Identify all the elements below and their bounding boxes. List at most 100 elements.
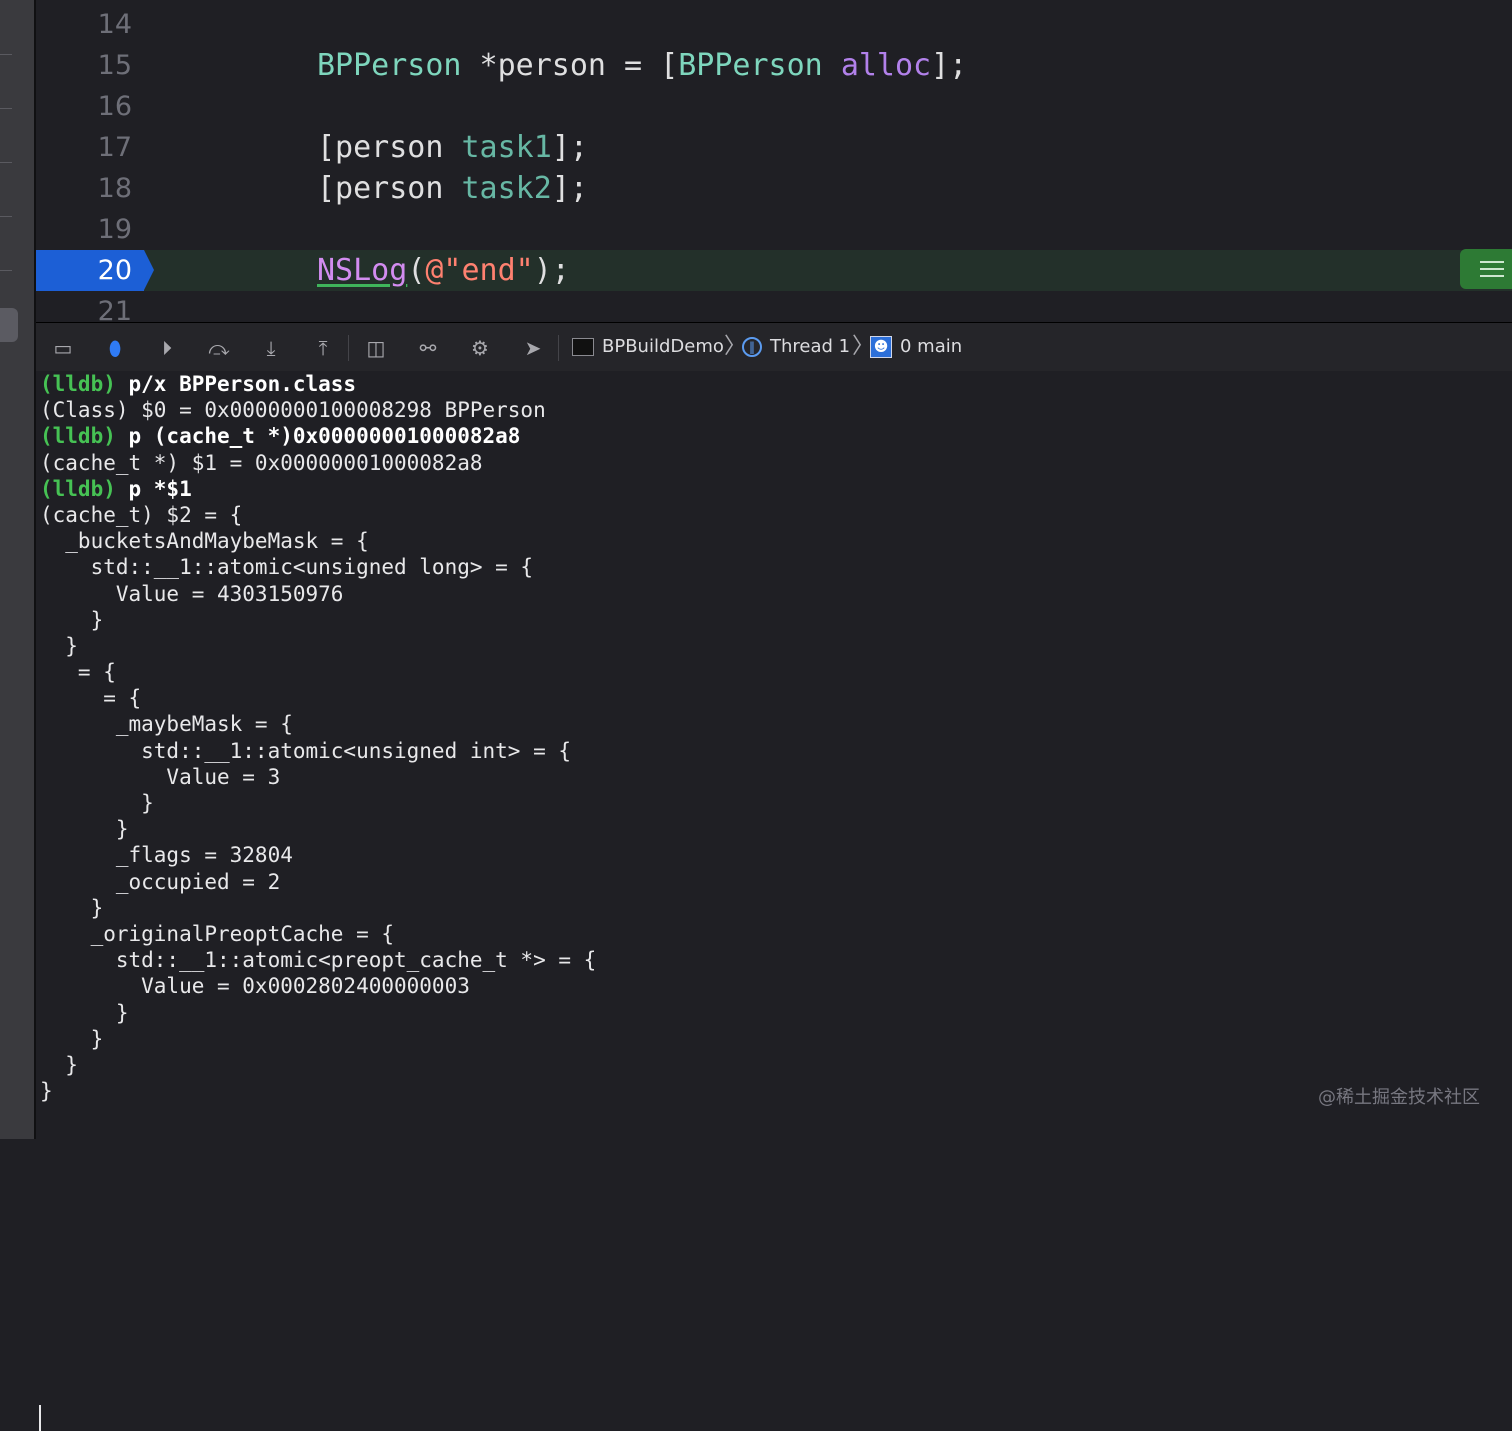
lldb-output: (cache_t *) $1 = 0x00000001000082a8 (40, 450, 483, 475)
line-number[interactable]: 21 (36, 291, 132, 322)
code-line[interactable]: 18 [person task2]; (36, 168, 1512, 209)
lldb-output: _originalPreoptCache = { (40, 921, 395, 946)
memory-graph-icon[interactable]: ⚯ (415, 335, 441, 361)
line-number[interactable]: 20 (36, 250, 132, 291)
console-line: _originalPreoptCache = { (40, 921, 596, 947)
simulate-location-icon[interactable]: ➤ (520, 335, 546, 361)
console-line: (cache_t *) $1 = 0x00000001000082a8 (40, 450, 596, 476)
code-text: [person task1]; (317, 127, 588, 168)
strip-divider (0, 216, 12, 217)
lldb-output: _maybeMask = { (40, 712, 293, 737)
breadcrumb-thread[interactable]: ‖ Thread 1 (742, 323, 850, 371)
lldb-command: p/x BPPerson.class (115, 372, 357, 396)
code-token: ); (533, 253, 570, 288)
console-line: _maybeMask = { (40, 711, 596, 737)
code-token: ]; (931, 48, 968, 83)
lldb-output: std::__1::atomic<unsigned int> = { (40, 738, 572, 763)
console-line: } (40, 633, 596, 659)
code-line[interactable]: 19 (36, 209, 1512, 250)
console-app-icon (572, 338, 594, 356)
code-token: ]; (551, 130, 588, 165)
console-line: Value = 4303150976 (40, 581, 596, 607)
thread-icon: ‖ (742, 337, 762, 357)
code-text: NSLog(@"end"); (317, 250, 570, 291)
lldb-prompt: (lldb) (40, 476, 116, 501)
console-line: } (40, 790, 596, 816)
strip-divider (0, 54, 12, 55)
code-token: @"end" (425, 253, 534, 288)
lldb-output: _occupied = 2 (40, 869, 281, 894)
breadcrumb-frame-label: 0 main (900, 336, 963, 357)
code-token: NSLog (317, 253, 408, 288)
code-token: task1 (461, 130, 552, 165)
lldb-output: (Class) $0 = 0x0000000100008298 BPPerson (40, 398, 546, 423)
console-line: _flags = 32804 (40, 842, 596, 868)
line-number[interactable]: 14 (36, 4, 132, 45)
lldb-console[interactable]: (lldb) p/x BPPerson.class (Class) $0 = 0x… (36, 371, 1512, 1431)
console-line: (lldb) p/x BPPerson.class (40, 371, 596, 397)
lldb-output: Value = 0x0002802400000003 (40, 974, 470, 999)
console-line: Value = 0x0002802400000003 (40, 973, 596, 999)
breadcrumb-frame[interactable]: ☻ 0 main (870, 323, 962, 371)
lldb-output: (cache_t) $2 = { (40, 502, 243, 527)
continue-icon[interactable]: ⏵ (154, 335, 180, 361)
line-number[interactable]: 16 (36, 86, 132, 127)
lldb-command: p (cache_t *)0x00000001000082a8 (115, 424, 521, 449)
toolbar-separator (348, 335, 349, 361)
console-line: (lldb) p (cache_t *)0x00000001000082a8 (40, 423, 596, 449)
lldb-output: std::__1::atomic<unsigned long> = { (40, 555, 534, 580)
code-line[interactable]: 15 BPPerson *person = [BPPerson alloc]; (36, 45, 1512, 86)
text-cursor (39, 1405, 41, 1431)
lldb-output: } (40, 1026, 104, 1051)
toolbar-separator (558, 335, 559, 361)
debug-bar: ▭ ⬮ ⏵ ⤼ ⤓ ⤒ ◫ ⚯ ⚙ ➤ BPBuildDemo 〉 ‖ Thread 1 〉 ☻ 0 … (36, 322, 1512, 372)
marker-line (1480, 261, 1504, 263)
code-text: BPPerson *person = [BPPerson alloc]; (317, 45, 967, 86)
console-line: } (40, 607, 596, 633)
minimap-marker-icon[interactable] (1460, 249, 1512, 289)
hide-debug-area-icon[interactable]: ▭ (50, 335, 76, 361)
user-frame-icon: ☻ (870, 336, 892, 358)
marker-line (1480, 275, 1504, 277)
lldb-output: } (40, 1079, 53, 1104)
lldb-output: } (40, 1000, 129, 1025)
console-line: Value = 3 (40, 764, 596, 790)
code-line[interactable]: 14 (36, 4, 1512, 45)
step-out-icon[interactable]: ⤒ (310, 335, 336, 361)
line-number[interactable]: 19 (36, 209, 132, 250)
lldb-output: = { (40, 660, 116, 685)
line-number[interactable]: 17 (36, 127, 132, 168)
code-token: [person (317, 130, 462, 165)
strip-divider (0, 270, 12, 271)
code-text: [person task2]; (317, 168, 588, 209)
strip-handle[interactable] (0, 308, 18, 342)
strip-divider (0, 162, 12, 163)
line-number[interactable]: 15 (36, 45, 132, 86)
lldb-output: } (40, 1052, 78, 1077)
lldb-output: std::__1::atomic<preopt_cache_t *> = { (40, 948, 597, 973)
code-token: BPPerson (317, 48, 462, 83)
lldb-output: } (40, 607, 104, 632)
step-over-icon[interactable]: ⤼ (206, 335, 232, 361)
code-line[interactable]: 17 [person task1]; (36, 127, 1512, 168)
console-line: (Class) $0 = 0x0000000100008298 BPPerson (40, 397, 596, 423)
source-editor[interactable]: 14 15 BPPerson *person = [BPPerson alloc];… (36, 0, 1512, 322)
code-token: *person = [ (461, 48, 679, 83)
left-navigator-strip (0, 0, 36, 1139)
step-into-icon[interactable]: ⤓ (258, 335, 284, 361)
console-line: std::__1::atomic<preopt_cache_t *> = { (40, 947, 596, 973)
code-line[interactable]: 21 (36, 291, 1512, 322)
lldb-output: _bucketsAndMaybeMask = { (40, 529, 369, 554)
breakpoints-toggle-icon[interactable]: ⬮ (102, 335, 128, 361)
breadcrumb-app-label: BPBuildDemo (602, 336, 724, 357)
environment-overrides-icon[interactable]: ⚙ (467, 335, 493, 361)
line-number[interactable]: 18 (36, 168, 132, 209)
console-line: _bucketsAndMaybeMask = { (40, 528, 596, 554)
code-line[interactable]: 16 (36, 86, 1512, 127)
code-line-current[interactable]: 20 NSLog(@"end"); (36, 250, 1512, 291)
lldb-output: } (40, 895, 104, 920)
console-line: } (40, 816, 596, 842)
breadcrumb-app[interactable]: BPBuildDemo (572, 323, 724, 371)
view-hierarchy-icon[interactable]: ◫ (363, 335, 389, 361)
